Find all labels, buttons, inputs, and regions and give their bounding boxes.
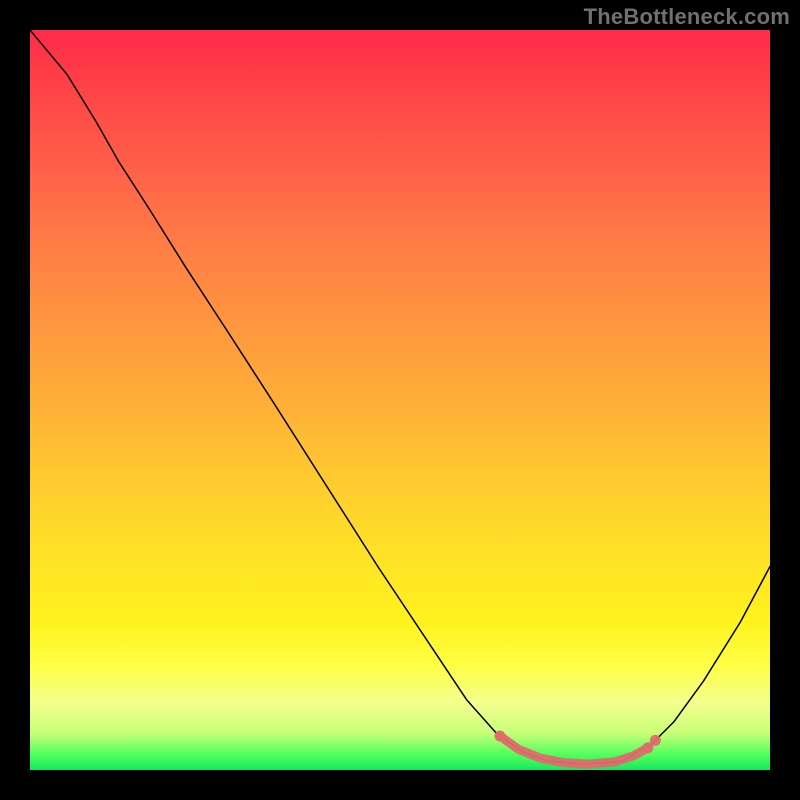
bottleneck-curve <box>30 30 770 764</box>
marker-dot <box>494 730 505 741</box>
chart-overlay <box>30 30 770 770</box>
attribution-label: TheBottleneck.com <box>584 4 790 30</box>
plot-area <box>30 30 770 770</box>
optimal-range-marker <box>500 736 648 764</box>
marker-dot <box>650 735 661 746</box>
chart-frame: TheBottleneck.com <box>0 0 800 800</box>
